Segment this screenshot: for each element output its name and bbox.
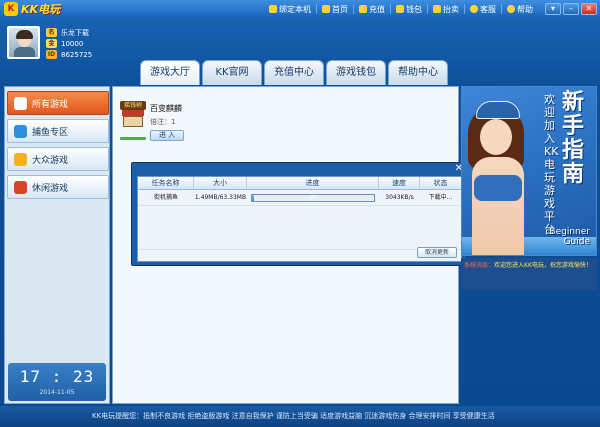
main-tabs: 游戏大厅 KK官网 充值中心 游戏钱包 帮助中心 (140, 60, 448, 85)
logo-text: KK电玩 (21, 3, 61, 16)
topnav-bind-machine[interactable]: 绑定本机 (264, 3, 316, 15)
clock-date: 2014-11-05 (39, 389, 75, 396)
tab-kk-official[interactable]: KK官网 (202, 60, 262, 85)
clock: 17 : 23 2014-11-05 (8, 363, 106, 401)
banner-subtitle: 欢迎加入KK电玩游戏平台 (544, 93, 559, 236)
coin-badge-icon: 金 (46, 39, 57, 48)
character-cap (476, 101, 520, 119)
avatar[interactable] (7, 26, 40, 59)
column-header: 速度 (379, 177, 420, 189)
task-speed: 3043KB/s (385, 194, 414, 201)
topnav-service[interactable]: 客服 (465, 3, 501, 15)
user-info: 名乐龙下载 金 10000 ID 8625725 (46, 27, 92, 60)
user-icon (470, 5, 478, 13)
sidebar-item-popular[interactable]: 大众游戏 (7, 147, 109, 171)
task-progress: 2% (247, 191, 379, 205)
character-face (480, 119, 512, 155)
progress-text: 2% (310, 195, 318, 201)
casual-icon (14, 180, 27, 194)
sidebar-item-casual[interactable]: 休闲游戏 (7, 175, 109, 199)
table-header: 任务名称 大小 进度 速度 状态 (138, 177, 461, 190)
topnav-sell[interactable]: 抬卖 (428, 3, 464, 15)
task-status: 下载中... (428, 194, 453, 201)
sidebar-item-all-games[interactable]: 所有游戏 (7, 91, 109, 115)
notice-label: 系统消息： (464, 262, 495, 269)
game-thumbnail[interactable]: 摇钱树 (120, 101, 146, 127)
topnav-home[interactable]: 首页 (317, 3, 353, 15)
tab-game-hall[interactable]: 游戏大厅 (140, 60, 200, 85)
user-id: 8625725 (61, 50, 93, 59)
game-name: 百变麒麟 (150, 104, 182, 113)
topnav-help[interactable]: 帮助 (502, 3, 538, 15)
table-empty-area (138, 205, 461, 250)
column-header: 大小 (194, 177, 247, 189)
column-header: 任务名称 (138, 177, 194, 189)
banner-character (468, 101, 526, 255)
help-icon (507, 5, 515, 13)
game-status-bar (120, 137, 146, 140)
clock-time: 17 : 23 (19, 367, 95, 386)
tab-game-wallet[interactable]: 游戏钱包 (326, 60, 386, 85)
app-logo: K KK电玩 (4, 2, 60, 16)
user-card: 名乐龙下载 金 10000 ID 8625725 (5, 24, 118, 62)
character-body (472, 157, 524, 255)
user-id-row: ID 8625725 (46, 49, 92, 60)
topnav-recharge[interactable]: 充值 (354, 3, 390, 15)
user-coins-row: 金 10000 (46, 38, 92, 49)
top-nav: 绑定本机 首页 充值 钱包 抬卖 客服 帮助 (264, 3, 538, 15)
name-badge-icon: 名 (46, 28, 57, 37)
arrow-icon (14, 96, 27, 110)
house-shape (123, 116, 143, 127)
sidebar-item-fishing[interactable]: 捕鱼专区 (7, 119, 109, 143)
tab-recharge-center[interactable]: 充值中心 (264, 60, 324, 85)
enter-game-button[interactable]: 进 入 (150, 130, 184, 141)
user-name-row: 名乐龙下载 (46, 27, 92, 38)
logo-badge: K (4, 2, 18, 16)
avatar-hair (16, 30, 33, 39)
app-window: K KK电玩 绑定本机 首页 充值 钱包 抬卖 客服 帮助 ▾ – ✕ 名 乐龙… (0, 0, 600, 427)
card-icon (359, 5, 367, 13)
id-badge-icon: ID (46, 50, 57, 59)
task-size: 1.49MB/63.33MB (194, 194, 247, 201)
title-bar: K KK电玩 绑定本机 首页 充值 钱包 抬卖 客服 帮助 ▾ – ✕ (0, 0, 600, 18)
bag-icon (433, 5, 441, 13)
fish-icon (14, 124, 27, 138)
task-name: 街机捕鱼 (153, 194, 178, 201)
cancel-update-button[interactable]: 取消更新 (417, 247, 457, 258)
home-icon (322, 5, 330, 13)
game-sign: 摇钱树 (120, 101, 146, 110)
banner-english: Beginner Guide (549, 227, 590, 247)
column-header: 状态 (433, 179, 448, 187)
menu-button[interactable]: ▾ (545, 3, 561, 15)
user-coins: 10000 (61, 39, 84, 48)
column-header: 进度 (247, 177, 379, 189)
banner-title: 新手指南 (561, 90, 584, 187)
avatar-body (14, 47, 35, 57)
people-icon (14, 152, 27, 166)
notice-text: 欢迎您进入KK电玩，祝您游戏愉快！ (494, 262, 592, 269)
minimize-button[interactable]: – (563, 3, 579, 15)
close-button[interactable]: ✕ (581, 3, 597, 15)
window-controls: ▾ – ✕ (545, 3, 597, 15)
wallet-icon (396, 5, 404, 13)
character-top (474, 175, 522, 201)
table-row[interactable]: 街机捕鱼 1.49MB/63.33MB 2% 3043KB/s 下载中... (138, 191, 461, 205)
game-rate: 倍注：1 (150, 118, 176, 126)
progress-bar: 2% (251, 194, 375, 202)
topnav-wallet[interactable]: 钱包 (391, 3, 427, 15)
system-notice: 系统消息：欢迎您进入KK电玩，祝您游戏愉快！ (461, 258, 597, 290)
sidebar: 所有游戏 捕鱼专区 大众游戏 休闲游戏 17 : 23 2014-11-05 (4, 86, 110, 404)
lock-icon (269, 5, 277, 13)
tab-help-center[interactable]: 帮助中心 (388, 60, 448, 85)
download-dialog: ✕ 任务名称 大小 进度 速度 状态 街机捕鱼 1.49MB/63.33MB 2… (131, 162, 467, 266)
user-name: 乐龙下载 (61, 28, 89, 37)
download-table: 任务名称 大小 进度 速度 状态 街机捕鱼 1.49MB/63.33MB 2% … (137, 176, 462, 262)
bottom-ticker: KK电玩提醒您：抵制不良游戏 拒绝盗版游戏 注意自我保护 谨防上当受骗 适度游戏… (0, 406, 600, 427)
beginner-guide-banner[interactable]: 新手指南 欢迎加入KK电玩游戏平台 Beginner Guide (461, 86, 597, 256)
